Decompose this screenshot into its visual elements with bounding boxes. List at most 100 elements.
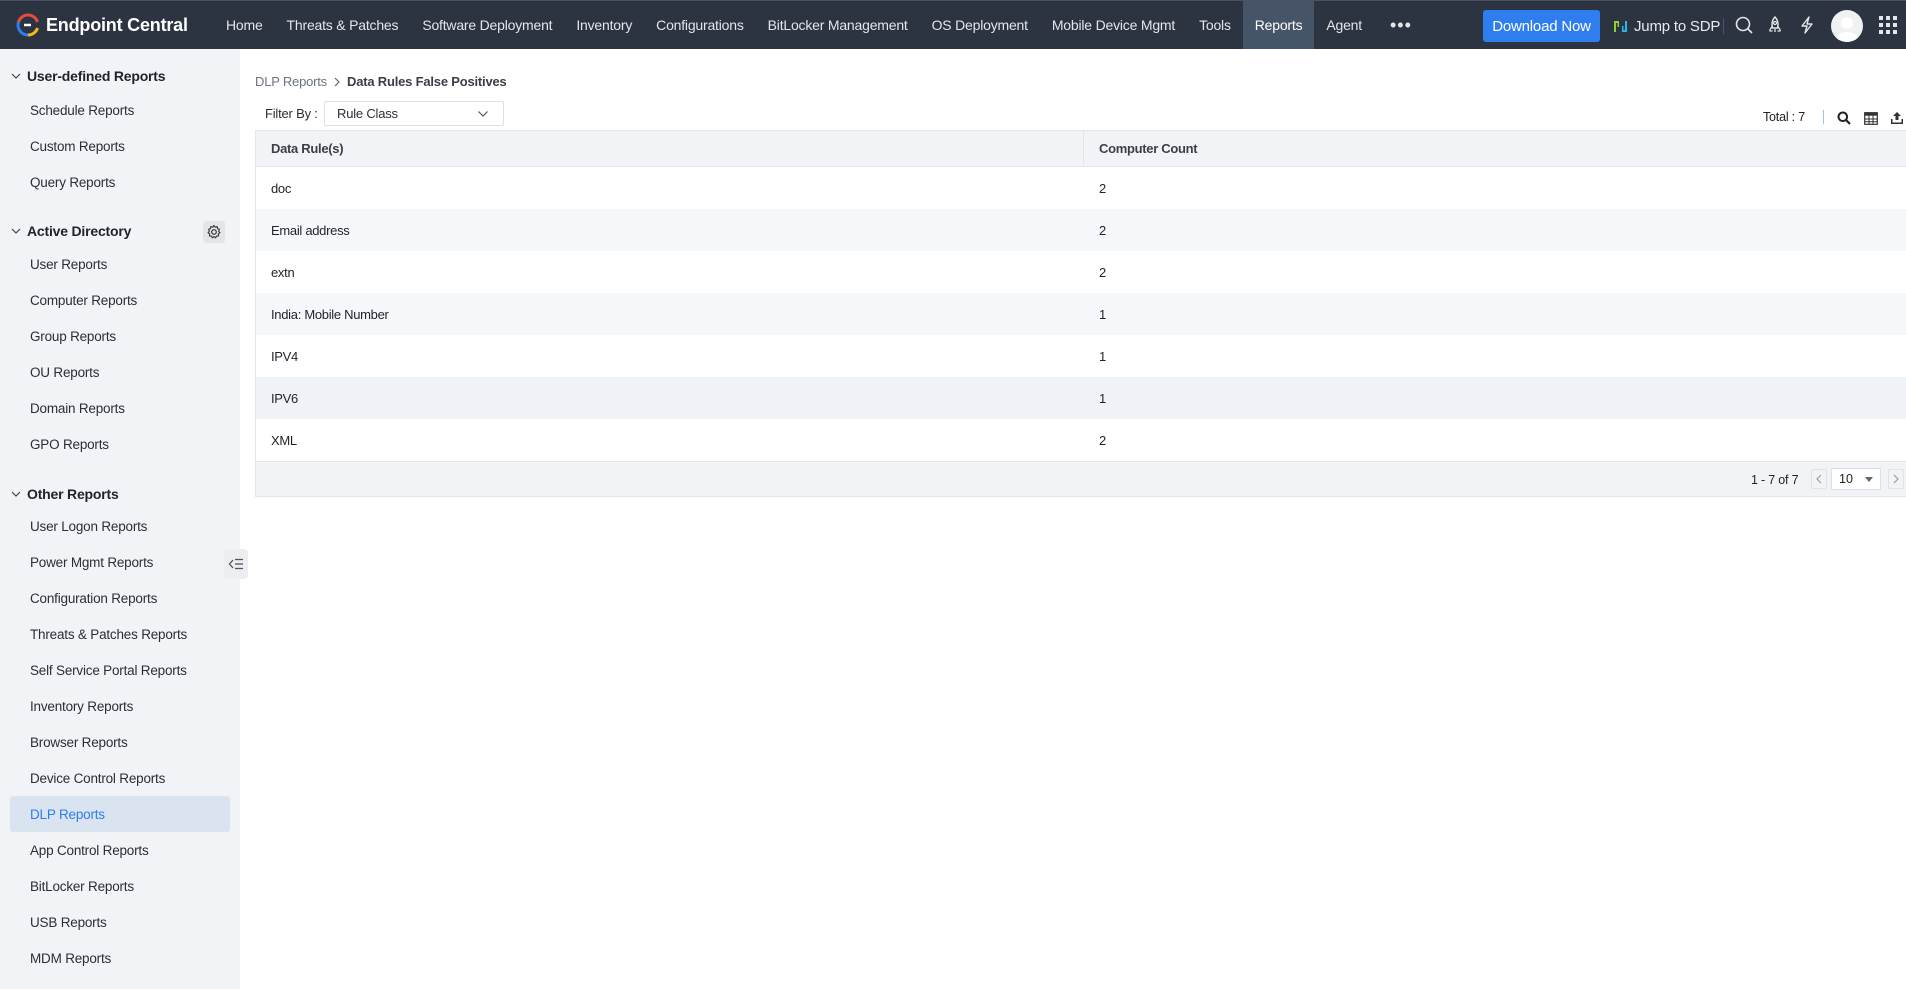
nav-threats-patches[interactable]: Threats & Patches — [275, 1, 411, 49]
sidebar-item-user-reports[interactable]: User Reports — [10, 246, 230, 282]
sidebar-item-threats-patches-reports[interactable]: Threats & Patches Reports — [10, 616, 230, 652]
section-title: Active Directory — [27, 223, 132, 239]
page-size-select[interactable]: 10 — [1831, 468, 1881, 490]
cell-computer-count[interactable]: 1 — [1084, 335, 1906, 377]
caret-down-icon — [1865, 477, 1873, 482]
previous-page-button[interactable] — [1811, 469, 1827, 489]
sidebar-item-custom-reports[interactable]: Custom Reports — [10, 128, 230, 164]
gear-icon[interactable] — [203, 221, 225, 243]
nav-bitlocker-management[interactable]: BitLocker Management — [756, 1, 920, 49]
sidebar-item-inventory-reports[interactable]: Inventory Reports — [10, 688, 230, 724]
collapse-sidebar-icon[interactable] — [224, 549, 248, 579]
brand[interactable]: Endpoint Central — [0, 1, 214, 49]
search-icon[interactable] — [1732, 13, 1756, 37]
app-name: Endpoint Central — [46, 14, 188, 35]
sidebar-item-gpo-reports[interactable]: GPO Reports — [10, 426, 230, 462]
sidebar-item-user-logon-reports[interactable]: User Logon Reports — [10, 508, 230, 544]
cell-data-rule: XML — [271, 432, 297, 448]
sidebar-item-ou-reports[interactable]: OU Reports — [10, 354, 230, 390]
section-active-directory[interactable]: Active Directory — [10, 223, 131, 239]
table-footer: 1 - 7 of 7 10 — [256, 461, 1906, 497]
more-menu-button[interactable]: ••• — [1374, 1, 1428, 49]
sidebar-item-group-reports[interactable]: Group Reports — [10, 318, 230, 354]
sidebar-item-mdm-reports[interactable]: MDM Reports — [10, 940, 230, 976]
chevron-right-icon — [334, 77, 340, 86]
table-row: IPV6 1 — [256, 377, 1906, 419]
cell-computer-count[interactable]: 2 — [1084, 251, 1906, 293]
nav-os-deployment[interactable]: OS Deployment — [920, 1, 1040, 49]
nav-tools[interactable]: Tools — [1187, 1, 1243, 49]
section-other-reports[interactable]: Other Reports — [10, 486, 119, 502]
download-now-button[interactable]: Download Now — [1483, 10, 1600, 42]
total-count: Total : 7 — [1763, 110, 1805, 124]
nav-home[interactable]: Home — [214, 1, 275, 49]
sidebar-item-dlp-reports[interactable]: DLP Reports — [10, 796, 230, 832]
pagination-range: 1 - 7 of 7 — [1751, 473, 1799, 487]
sidebar-item-device-control-reports[interactable]: Device Control Reports — [10, 760, 230, 796]
cell-computer-count[interactable]: 2 — [1084, 419, 1906, 461]
nav-configurations[interactable]: Configurations — [644, 1, 755, 49]
sidebar-item-query-reports[interactable]: Query Reports — [10, 164, 230, 200]
cell-computer-count[interactable]: 2 — [1084, 209, 1906, 251]
sidebar-item-power-mgmt-reports[interactable]: Power Mgmt Reports — [10, 544, 230, 580]
data-rules-table: Data Rule(s) Computer Count doc 2 Email … — [255, 130, 1906, 497]
cell-data-rule: doc — [271, 180, 292, 196]
sidebar-item-configuration-reports[interactable]: Configuration Reports — [10, 580, 230, 616]
cell-computer-count[interactable]: 1 — [1084, 377, 1906, 419]
section-title: User-defined Reports — [27, 68, 166, 84]
sidebar-item-usb-reports[interactable]: USB Reports — [10, 904, 230, 940]
main-nav: Home Threats & Patches Software Deployme… — [214, 1, 1428, 49]
table-row: extn 2 — [256, 251, 1906, 293]
chevron-right-icon — [1893, 474, 1899, 484]
sidebar-item-domain-reports[interactable]: Domain Reports — [10, 390, 230, 426]
table-row: India: Mobile Number 1 — [256, 293, 1906, 335]
avatar[interactable] — [1831, 10, 1863, 42]
table-row: doc 2 — [256, 167, 1906, 209]
table-header: Data Rule(s) Computer Count — [256, 131, 1906, 167]
section-user-defined-reports[interactable]: User-defined Reports — [10, 68, 166, 84]
next-page-button[interactable] — [1888, 469, 1904, 489]
table-row: XML 2 — [256, 419, 1906, 461]
chevron-down-icon — [478, 111, 488, 117]
nav-agent[interactable]: Agent — [1314, 1, 1374, 49]
nav-software-deployment[interactable]: Software Deployment — [410, 1, 564, 49]
section-title: Other Reports — [27, 486, 119, 502]
sidebar-item-bitlocker-reports[interactable]: BitLocker Reports — [10, 868, 230, 904]
page-size-value: 10 — [1839, 472, 1853, 486]
nav-reports[interactable]: Reports — [1242, 1, 1315, 49]
nav-inventory[interactable]: Inventory — [564, 1, 644, 49]
rocket-icon[interactable] — [1763, 13, 1787, 37]
search-icon[interactable] — [1835, 109, 1853, 127]
sidebar-item-browser-reports[interactable]: Browser Reports — [10, 724, 230, 760]
column-chooser-icon[interactable] — [1862, 109, 1880, 127]
jump-to-sdp-link[interactable]: Jump to SDP — [1613, 10, 1720, 42]
table-row: Email address 2 — [256, 209, 1906, 251]
sidebar-item-computer-reports[interactable]: Computer Reports — [10, 282, 230, 318]
nav-mobile-device-mgmt[interactable]: Mobile Device Mgmt — [1040, 1, 1187, 49]
sidebar-item-schedule-reports[interactable]: Schedule Reports — [10, 92, 230, 128]
page-title: Data Rules False Positives — [347, 74, 507, 89]
cell-computer-count[interactable]: 2 — [1084, 167, 1906, 209]
export-icon[interactable] — [1888, 109, 1906, 127]
filter-label: Filter By : — [265, 106, 318, 121]
column-header-computer-count[interactable]: Computer Count — [1084, 131, 1906, 166]
chevron-down-icon — [11, 228, 21, 234]
filter-by-select[interactable]: Rule Class — [324, 101, 504, 126]
sdp-icon — [1614, 20, 1627, 32]
column-header-data-rules[interactable]: Data Rule(s) — [256, 131, 1084, 166]
table-body: doc 2 Email address 2 extn 2 India: Mobi… — [256, 167, 1906, 461]
breadcrumb-dlp-reports[interactable]: DLP Reports — [255, 74, 327, 89]
cell-data-rule: extn — [271, 264, 295, 280]
table-row: IPV4 1 — [256, 335, 1906, 377]
chevron-down-icon — [11, 73, 21, 79]
filter-selected-value: Rule Class — [337, 106, 398, 121]
cell-computer-count[interactable]: 1 — [1084, 293, 1906, 335]
app-grid-icon[interactable] — [1876, 13, 1900, 37]
cell-data-rule: India: Mobile Number — [271, 306, 389, 322]
sidebar-item-app-control-reports[interactable]: App Control Reports — [10, 832, 230, 868]
jump-to-sdp-label: Jump to SDP — [1634, 17, 1721, 35]
lightning-icon[interactable] — [1795, 13, 1819, 37]
endpoint-central-logo-icon — [16, 13, 39, 37]
breadcrumb: DLP Reports Data Rules False Positives — [255, 74, 507, 89]
sidebar-item-self-service-portal-reports[interactable]: Self Service Portal Reports — [10, 652, 230, 688]
